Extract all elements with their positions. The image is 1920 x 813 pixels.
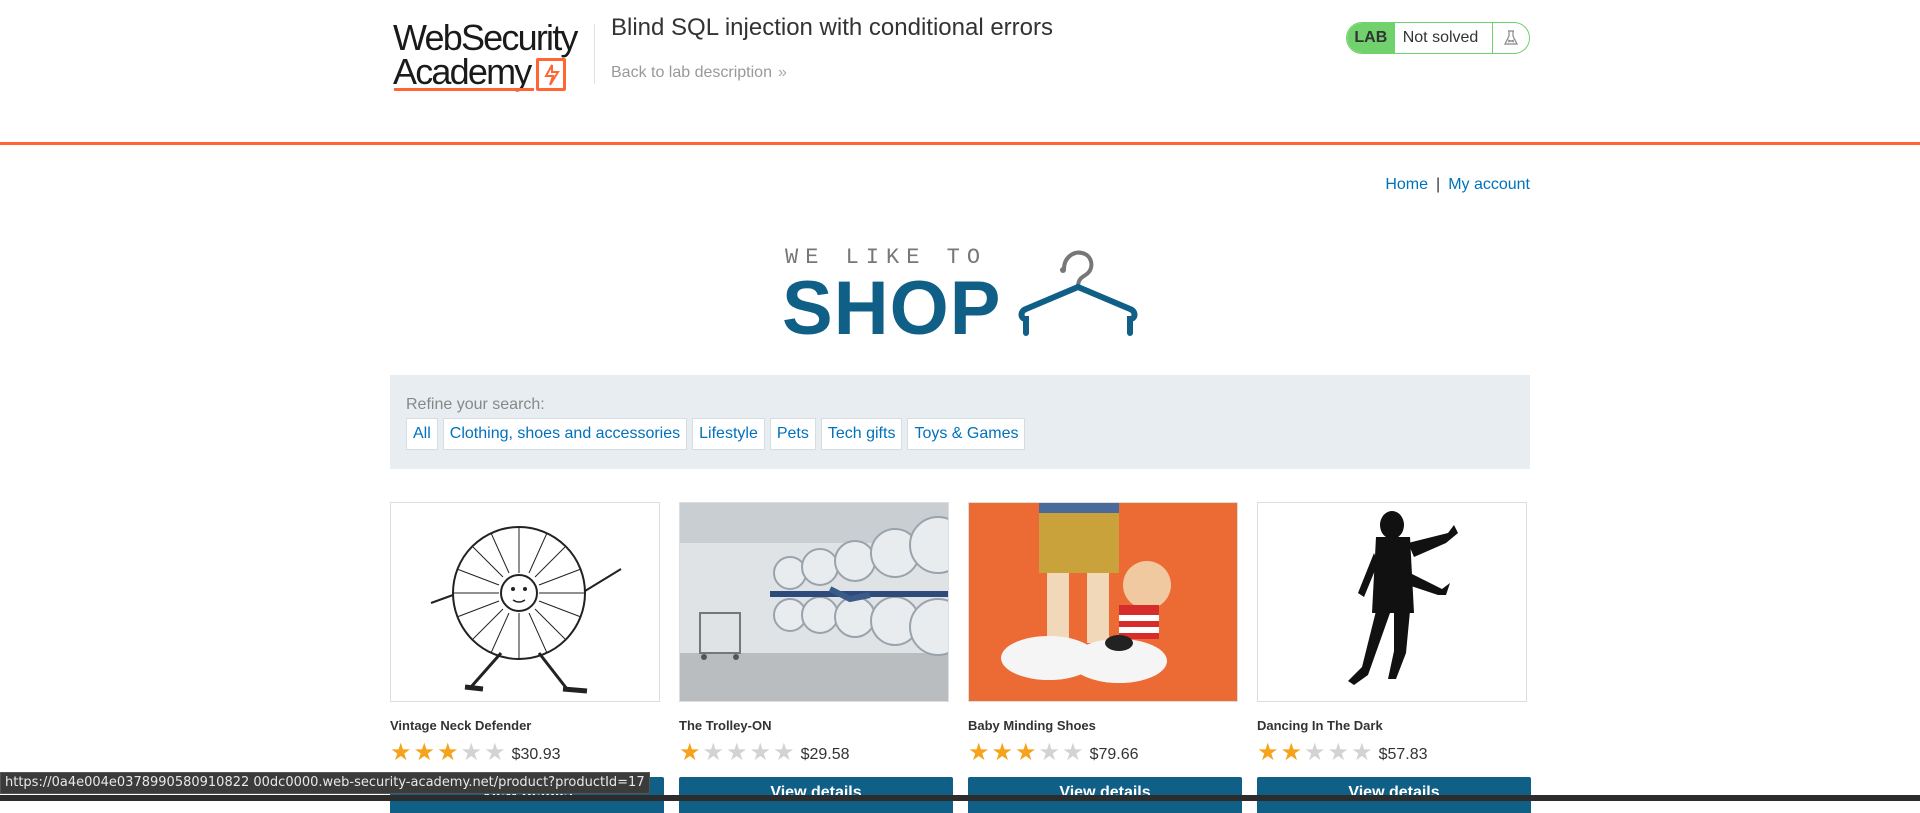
product-image[interactable]: [679, 502, 949, 702]
bottom-strip: [0, 795, 1920, 801]
shop-hero-banner: WE LIKE TO SHOP: [780, 243, 1140, 349]
back-to-lab-description-link[interactable]: Back to lab description »: [611, 63, 787, 83]
filter-toys-games[interactable]: Toys & Games: [907, 418, 1026, 450]
star-rating-3: ★ ★ ★ ★ ★: [968, 739, 1084, 766]
product-price: $57.83: [1378, 746, 1428, 763]
star-rating-1: ★ ★ ★ ★ ★: [679, 739, 795, 766]
product-card: The Trolley-ON ★ ★ ★ ★ ★ $29.58 View details: [679, 502, 953, 813]
chevron-right-icon: »: [777, 64, 787, 81]
filter-tech-gifts[interactable]: Tech gifts: [820, 418, 903, 450]
back-link-label: Back to lab description: [611, 64, 772, 81]
star-rating-3: ★ ★ ★ ★ ★: [390, 739, 506, 766]
hero-shop-title: SHOP: [782, 266, 1002, 351]
star-rating-2: ★ ★ ★ ★ ★: [1257, 739, 1373, 766]
product-rating: ★ ★ ★ ★ ★ $29.58: [679, 739, 951, 766]
product-rating: ★ ★ ★ ★ ★ $57.83: [1257, 739, 1529, 766]
product-rating: ★ ★ ★ ★ ★ $30.93: [390, 739, 662, 766]
product-card: Vintage Neck Defender ★★★★★ $30.93 View …: [390, 502, 664, 813]
search-filters: Refine your search: All Clothing, shoes …: [390, 375, 1530, 469]
flask-icon: [1492, 23, 1529, 53]
web-security-academy-logo[interactable]: WebSecurity Academy: [390, 18, 578, 94]
hanger-icon: [1018, 250, 1138, 336]
filter-clothing[interactable]: Clothing, shoes and accessories: [442, 418, 688, 450]
link-url-status-bar: https://0a4e004e0378990580910822 00dc000…: [0, 772, 650, 794]
nav-separator: |: [1436, 176, 1441, 193]
refine-search-label: Refine your search:: [406, 396, 545, 413]
lab-status-text: Not solved: [1402, 29, 1479, 46]
nav-my-account-link[interactable]: My account: [1448, 176, 1530, 193]
product-price: $30.93: [511, 746, 561, 763]
product-card: Dancing In The Dark ★ ★ ★ ★ ★ $57.83 View de…: [1257, 502, 1531, 813]
logo-underline: [394, 88, 534, 91]
product-name: The Trolley-ON: [679, 718, 772, 733]
category-filter-list: All Clothing, shoes and accessories Life…: [406, 418, 1026, 450]
filter-lifestyle[interactable]: Lifestyle: [692, 418, 765, 450]
lab-status-widget: LAB Not solved: [1346, 22, 1530, 54]
product-image[interactable]: [1257, 502, 1527, 702]
filter-pets[interactable]: Pets: [769, 418, 816, 450]
product-card: Baby Minding Shoes ★ ★ ★ ★ ★ $79.66 View det…: [968, 502, 1242, 813]
header-divider: [594, 24, 595, 84]
logo-line-2: Academy: [393, 51, 532, 92]
academy-header: WebSecurity Academy Blind SQL injection …: [0, 0, 1920, 145]
lab-title: Blind SQL injection with conditional err…: [611, 14, 1053, 41]
lab-badge: LAB: [1347, 23, 1395, 53]
product-price: $29.58: [800, 746, 850, 763]
nav-home-link[interactable]: Home: [1385, 176, 1428, 193]
product-rating: ★ ★ ★ ★ ★ $79.66: [968, 739, 1240, 766]
product-image[interactable]: [968, 502, 1238, 702]
filter-all[interactable]: All: [406, 418, 438, 450]
product-image[interactable]: [390, 502, 660, 702]
top-nav: Home | My account: [1385, 175, 1530, 195]
product-name: Baby Minding Shoes: [968, 718, 1096, 733]
product-name: Dancing In The Dark: [1257, 718, 1383, 733]
product-name: Vintage Neck Defender: [390, 718, 532, 733]
product-price: $79.66: [1089, 746, 1139, 763]
lightning-icon: [536, 58, 566, 91]
